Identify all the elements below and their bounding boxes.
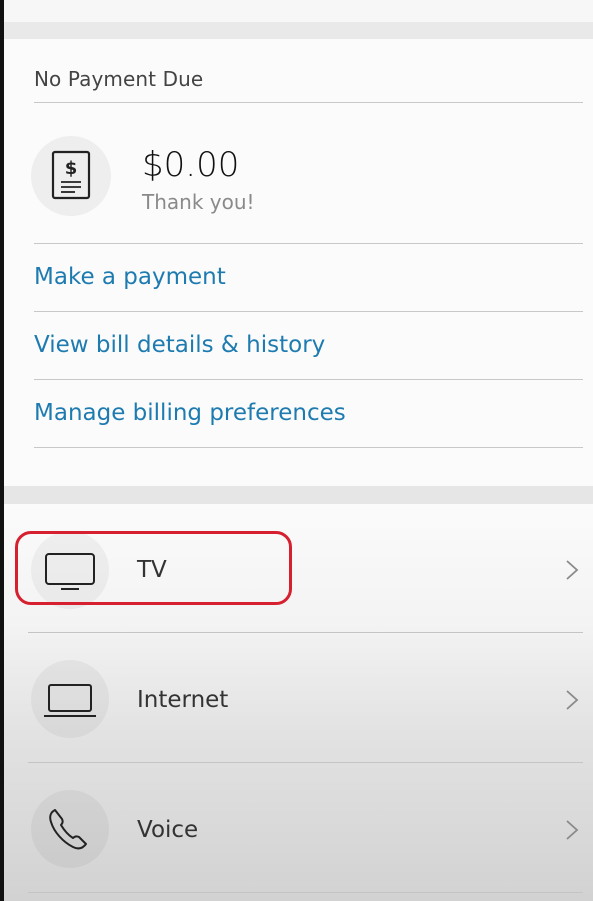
service-row-voice[interactable]: Voice xyxy=(4,764,593,894)
divider xyxy=(34,447,583,448)
bill-document-icon: $ xyxy=(51,150,91,200)
thank-you-message: Thank you! xyxy=(142,190,255,214)
svg-text:$: $ xyxy=(65,158,78,179)
section-divider xyxy=(4,486,593,504)
billing-status-title: No Payment Due xyxy=(34,67,204,91)
service-row-internet[interactable]: Internet xyxy=(4,634,593,764)
make-payment-link[interactable]: Make a payment xyxy=(34,264,226,290)
chevron-right-icon xyxy=(566,560,579,580)
phone-icon xyxy=(49,809,87,850)
chevron-right-icon xyxy=(566,690,579,710)
view-bill-details-link[interactable]: View bill details & history xyxy=(34,332,325,358)
divider xyxy=(34,102,583,103)
divider xyxy=(34,243,583,244)
divider xyxy=(28,892,583,893)
divider xyxy=(28,632,583,633)
previous-card-bottom xyxy=(4,0,593,22)
bill-icon-badge: $ xyxy=(31,136,111,216)
phone-icon-badge xyxy=(31,790,109,868)
service-label-voice: Voice xyxy=(137,817,199,843)
tv-icon xyxy=(45,553,95,590)
divider xyxy=(34,379,583,380)
tv-icon-badge xyxy=(31,531,109,609)
section-divider xyxy=(4,22,593,39)
service-label-tv: TV xyxy=(137,557,167,583)
manage-billing-preferences-link[interactable]: Manage billing preferences xyxy=(34,400,346,426)
laptop-icon xyxy=(44,684,96,717)
laptop-icon-badge xyxy=(31,660,109,738)
amount-due: $0.00 xyxy=(142,145,240,185)
services-list: TV Internet Voice xyxy=(4,504,593,901)
service-label-internet: Internet xyxy=(137,687,229,713)
divider xyxy=(28,762,583,763)
chevron-right-icon xyxy=(566,820,579,840)
service-row-tv[interactable]: TV xyxy=(4,504,593,634)
divider xyxy=(34,311,583,312)
billing-card: No Payment Due $ $0.00 Thank you! Make a… xyxy=(4,39,593,486)
